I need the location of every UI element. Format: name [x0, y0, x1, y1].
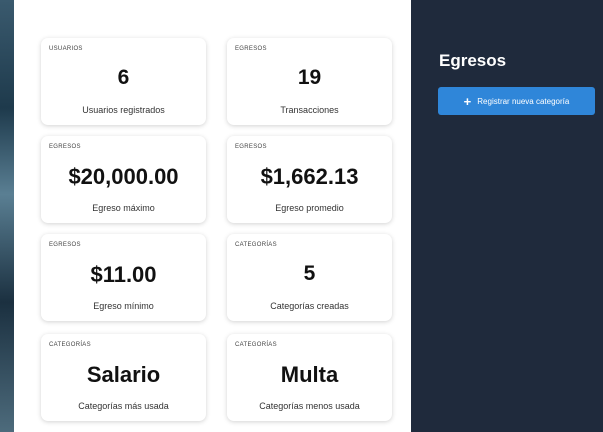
card-category: CATEGORÍAS — [235, 342, 277, 348]
card-label: Egreso mínimo — [93, 301, 154, 311]
card-category: USUARIOS — [49, 46, 83, 52]
card-value: Salario — [86, 362, 161, 387]
card-value: 6 — [117, 66, 130, 89]
stat-card-egreso-promedio: EGRESOS $1,662.13 Egreso promedio — [227, 136, 392, 223]
card-value: Multa — [280, 362, 339, 387]
card-label: Categorías más usada — [78, 401, 169, 411]
register-category-button[interactable]: + Registrar nueva categoría — [438, 87, 595, 115]
card-label: Transacciones — [280, 105, 339, 115]
stat-card-categoria-menos-usada: CATEGORÍAS Multa Categorías menos usada — [227, 334, 392, 421]
card-value: $20,000.00 — [68, 164, 179, 189]
card-label: Categorías creadas — [270, 301, 349, 311]
card-category: EGRESOS — [235, 46, 267, 52]
stat-card-egreso-maximo: EGRESOS $20,000.00 Egreso máximo — [41, 136, 206, 223]
card-category: CATEGORÍAS — [49, 342, 91, 348]
card-label: Egreso máximo — [92, 203, 155, 213]
stat-card-usuarios: USUARIOS 6 Usuarios registrados — [41, 38, 206, 125]
stat-card-categoria-mas-usada: CATEGORÍAS Salario Categorías más usada — [41, 334, 206, 421]
background-image-strip — [0, 0, 14, 432]
side-panel: Egresos + Registrar nueva categoría — [411, 0, 603, 432]
card-label: Categorías menos usada — [259, 401, 360, 411]
card-value: $1,662.13 — [260, 164, 359, 189]
card-value: 5 — [303, 262, 316, 285]
card-value: 19 — [297, 66, 322, 89]
card-value: $11.00 — [90, 262, 157, 287]
card-label: Egreso promedio — [275, 203, 344, 213]
stat-card-categorias-creadas: CATEGORÍAS 5 Categorías creadas — [227, 234, 392, 321]
card-category: EGRESOS — [49, 242, 81, 248]
card-category: CATEGORÍAS — [235, 242, 277, 248]
stat-card-egreso-minimo: EGRESOS $11.00 Egreso mínimo — [41, 234, 206, 321]
stat-card-transacciones: EGRESOS 19 Transacciones — [227, 38, 392, 125]
card-label: Usuarios registrados — [82, 105, 165, 115]
plus-icon: + — [463, 93, 472, 109]
card-category: EGRESOS — [49, 144, 81, 150]
register-category-button-label: Registrar nueva categoría — [477, 96, 570, 106]
stats-panel: USUARIOS 6 Usuarios registrados EGRESOS … — [14, 0, 411, 432]
card-category: EGRESOS — [235, 144, 267, 150]
side-title: Egresos — [439, 51, 507, 70]
